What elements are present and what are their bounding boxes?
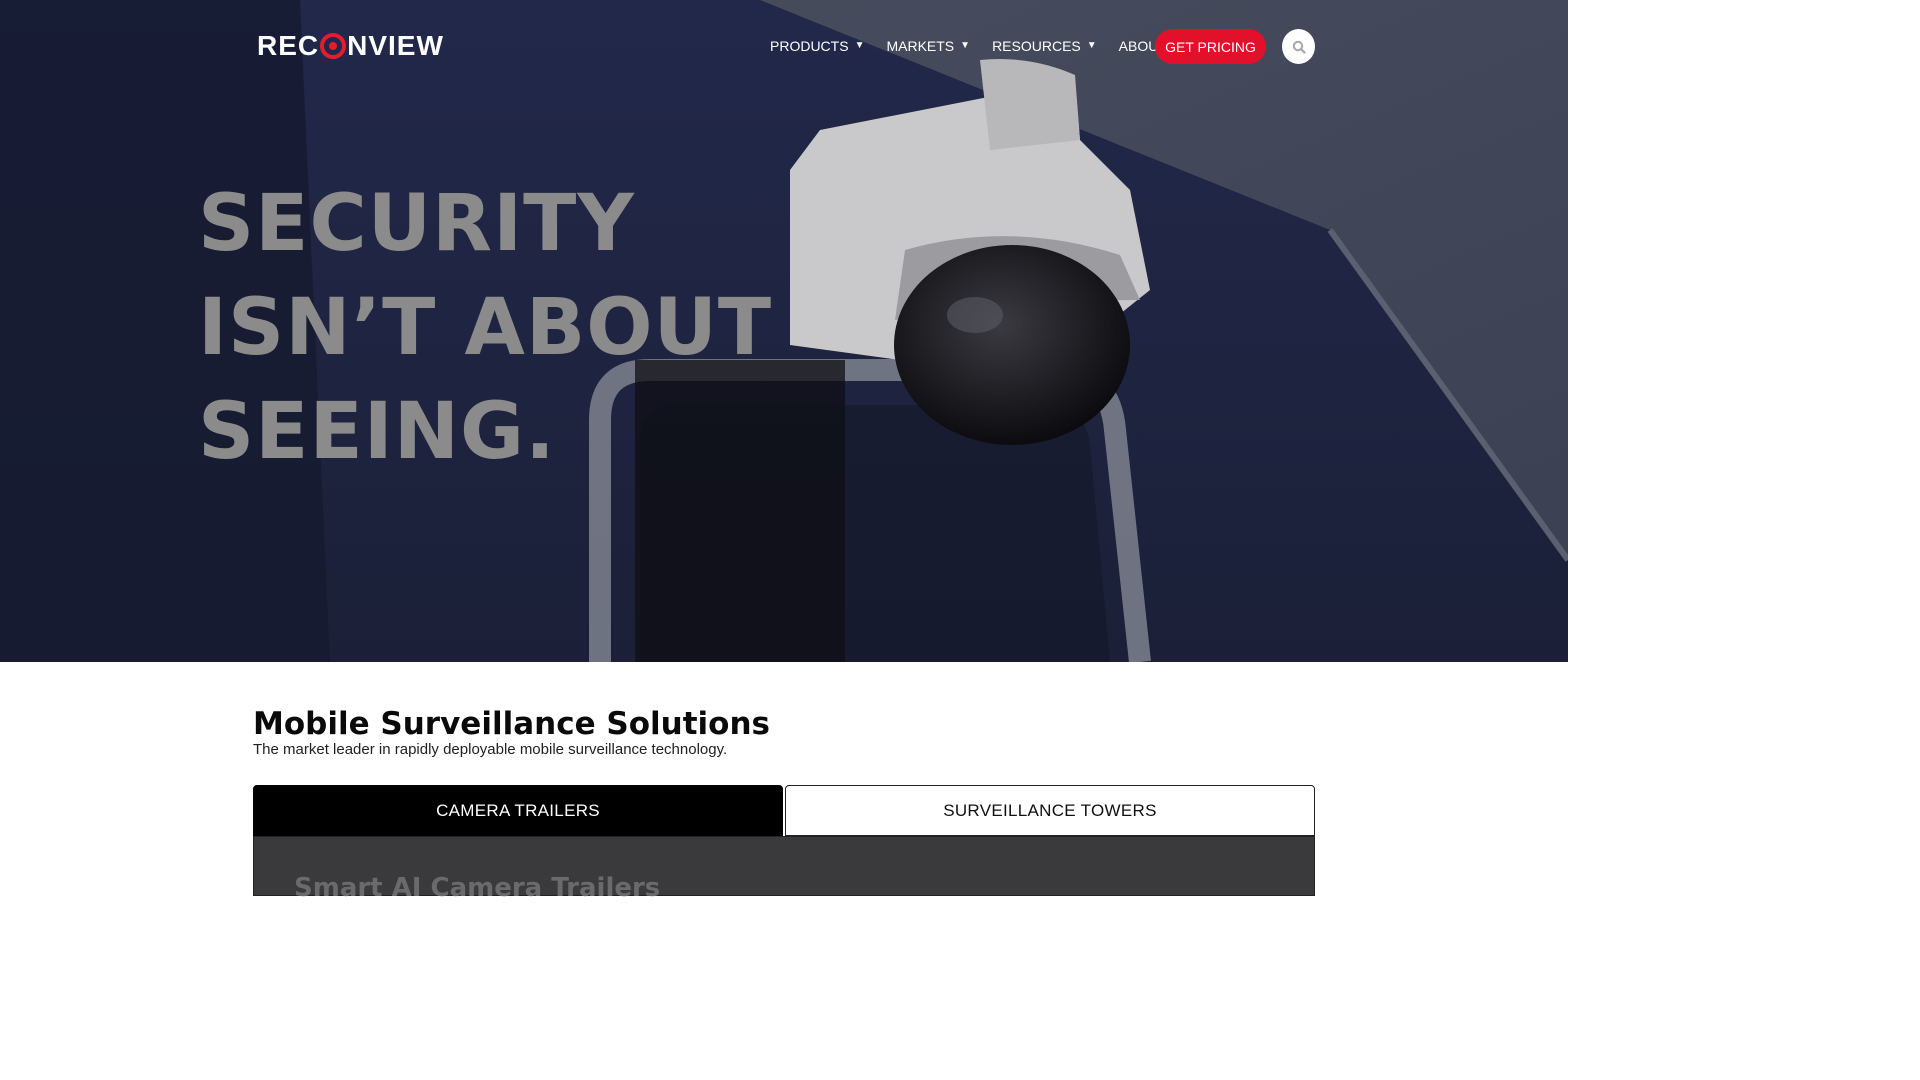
tab-surveillance-towers[interactable]: SURVEILLANCE TOWERS — [785, 785, 1315, 836]
panel-heading: Smart AI Camera Trailers — [294, 873, 661, 903]
main-menu: PRODUCTS ▼ MARKETS ▼ RESOURCES ▼ ABOUT ▼ — [770, 29, 1205, 63]
nav-item-label: MARKETS — [886, 38, 955, 54]
product-tabs: CAMERA TRAILERS SURVEILLANCE TOWERS — [253, 785, 1315, 836]
hero-headline-line: SEEING. — [198, 387, 556, 477]
section-subtitle: The market leader in rapidly deployable … — [253, 741, 728, 758]
reconview-logo[interactable]: REC NVIEW — [257, 28, 444, 64]
nav-item-markets[interactable]: MARKETS ▼ — [886, 38, 970, 54]
section-title: Mobile Surveillance Solutions — [253, 706, 770, 742]
hero-banner: REC NVIEW PRODUCTS ▼ MARKETS ▼ RESOURCES… — [0, 0, 1568, 662]
hero-headline-line: ISN’T ABOUT — [198, 283, 773, 373]
get-pricing-button[interactable]: GET PRICING — [1155, 29, 1266, 64]
logo-text-right: NVIEW — [347, 30, 444, 61]
hero-headline-line: SECURITY — [198, 179, 635, 269]
nav-item-label: RESOURCES — [992, 38, 1081, 54]
nav-item-resources[interactable]: RESOURCES ▼ — [992, 38, 1097, 54]
search-button[interactable] — [1282, 29, 1315, 64]
nav-item-products[interactable]: PRODUCTS ▼ — [770, 38, 864, 54]
logo-text-left: REC — [257, 30, 320, 61]
tab-camera-trailers[interactable]: CAMERA TRAILERS — [253, 785, 783, 836]
search-icon — [1292, 40, 1306, 54]
chevron-down-icon: ▼ — [854, 39, 865, 51]
top-navigation: REC NVIEW PRODUCTS ▼ MARKETS ▼ RESOURCES… — [0, 0, 1568, 92]
tab-panel-camera-trailers: Smart AI Camera Trailers — [253, 836, 1315, 903]
nav-item-label: PRODUCTS — [770, 38, 849, 54]
hero-headline: SECURITY ISN’T ABOUT SEEING. — [198, 172, 898, 484]
chevron-down-icon: ▼ — [960, 39, 971, 51]
logo-target-icon — [320, 33, 347, 59]
chevron-down-icon: ▼ — [1086, 39, 1097, 51]
